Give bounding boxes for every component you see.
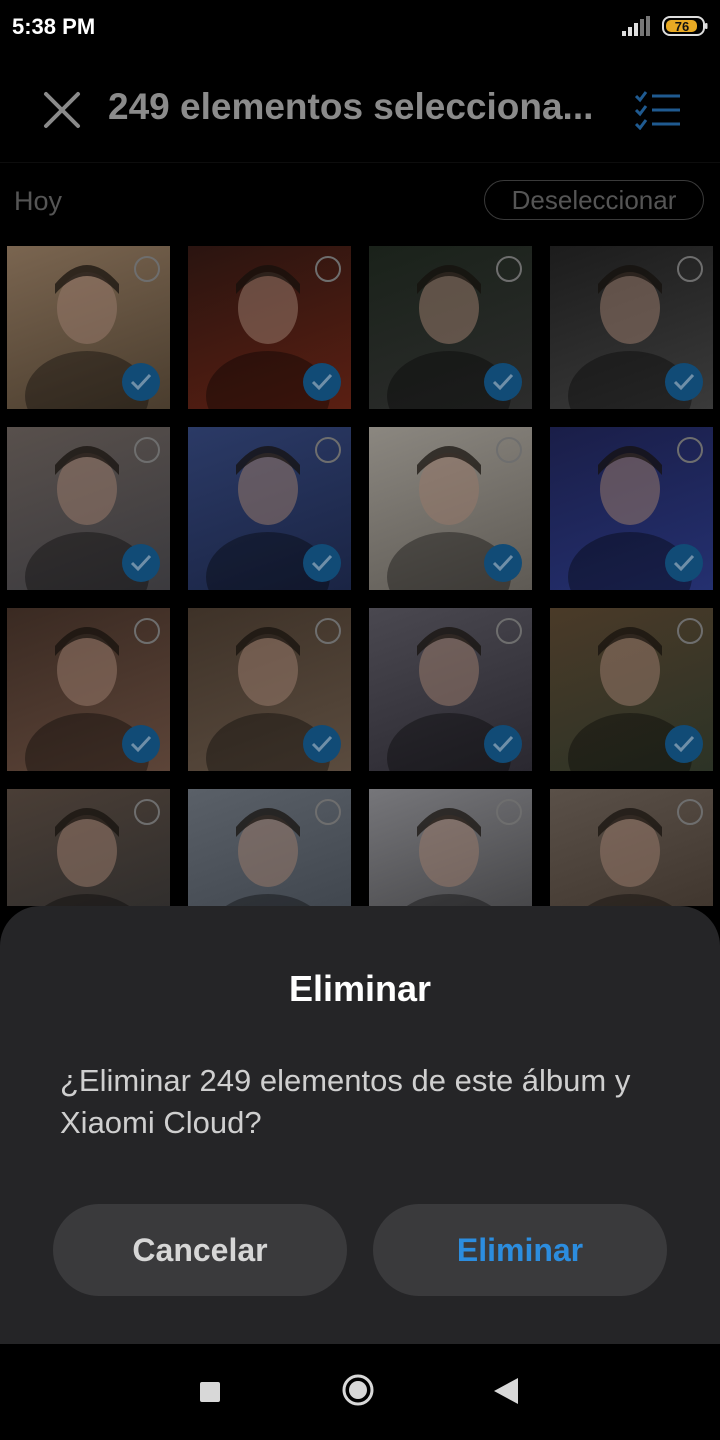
signal-icon — [622, 16, 650, 36]
photo-thumbnail[interactable] — [369, 789, 532, 906]
selection-header: 249 elementos selecciona... — [0, 56, 720, 163]
selection-circle-icon — [134, 618, 160, 644]
photo-thumbnail[interactable] — [7, 427, 170, 590]
selection-circle-icon — [496, 437, 522, 463]
selection-circle-icon — [677, 618, 703, 644]
selection-circle-icon — [134, 256, 160, 282]
selection-circle-icon — [496, 256, 522, 282]
delete-dialog: Eliminar ¿Eliminar 249 elementos de este… — [0, 906, 720, 1344]
battery-icon: 76 — [662, 16, 708, 36]
selection-circle-icon — [315, 437, 341, 463]
selection-circle-icon — [315, 618, 341, 644]
selection-circle-icon — [134, 437, 160, 463]
photo-thumbnail[interactable] — [7, 246, 170, 409]
date-section-header: Hoy Deseleccionar — [0, 172, 720, 232]
recents-icon[interactable] — [200, 1382, 220, 1402]
checkmark-icon[interactable] — [303, 363, 341, 401]
select-all-icon[interactable] — [634, 90, 682, 130]
checkmark-icon[interactable] — [303, 544, 341, 582]
checkmark-icon[interactable] — [665, 363, 703, 401]
selection-circle-icon — [496, 799, 522, 825]
photo-thumbnail[interactable] — [188, 246, 351, 409]
photo-grid — [0, 246, 720, 906]
photo-thumbnail[interactable] — [7, 608, 170, 771]
navigation-bar — [0, 1344, 720, 1440]
checkmark-icon[interactable] — [665, 725, 703, 763]
dialog-title: Eliminar — [288, 968, 432, 1009]
home-icon[interactable] — [342, 1374, 374, 1406]
selection-circle-icon — [496, 618, 522, 644]
confirm-delete-button[interactable]: Eliminar — [373, 1204, 667, 1296]
checkmark-icon[interactable] — [665, 544, 703, 582]
photo-thumbnail[interactable] — [550, 427, 713, 590]
photo-thumbnail[interactable] — [550, 246, 713, 409]
date-label: Hoy — [14, 186, 63, 216]
selection-circle-icon — [315, 799, 341, 825]
checkmark-icon[interactable] — [303, 725, 341, 763]
status-time: 5:38 PM — [12, 14, 96, 39]
close-icon[interactable] — [40, 88, 84, 132]
selection-circle-icon — [677, 256, 703, 282]
photo-thumbnail[interactable] — [188, 608, 351, 771]
deselect-button[interactable]: Deseleccionar — [484, 180, 704, 220]
dialog-message: ¿Eliminar 249 elementos de este álbum y … — [60, 1063, 631, 1140]
cancel-button[interactable]: Cancelar — [53, 1204, 347, 1296]
photo-thumbnail[interactable] — [188, 427, 351, 590]
photo-thumbnail[interactable] — [369, 427, 532, 590]
selection-count-title: 249 elementos selecciona... — [108, 86, 594, 127]
photo-thumbnail[interactable] — [369, 246, 532, 409]
checkmark-icon[interactable] — [122, 544, 160, 582]
photo-thumbnail[interactable] — [550, 608, 713, 771]
checkmark-icon[interactable] — [484, 363, 522, 401]
selection-circle-icon — [677, 437, 703, 463]
selection-circle-icon — [677, 799, 703, 825]
photo-thumbnail[interactable] — [550, 789, 713, 906]
photo-thumbnail[interactable] — [369, 608, 532, 771]
status-bar: 5:38 PM 76 — [0, 0, 720, 56]
photo-thumbnail[interactable] — [7, 789, 170, 906]
selection-circle-icon — [315, 256, 341, 282]
checkmark-icon[interactable] — [484, 544, 522, 582]
checkmark-icon[interactable] — [484, 725, 522, 763]
battery-level: 76 — [675, 19, 689, 34]
checkmark-icon[interactable] — [122, 725, 160, 763]
back-icon[interactable] — [494, 1378, 518, 1404]
checkmark-icon[interactable] — [122, 363, 160, 401]
photo-thumbnail[interactable] — [188, 789, 351, 906]
selection-circle-icon — [134, 799, 160, 825]
